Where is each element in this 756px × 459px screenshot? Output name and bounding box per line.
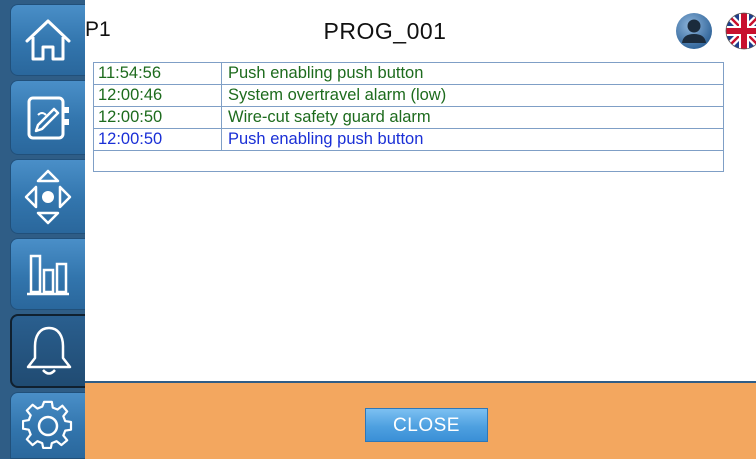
alarm-row[interactable]: 12:00:50 Wire-cut safety guard alarm [94, 107, 723, 129]
footer-bar: CLOSE [85, 381, 756, 459]
alarm-time: 11:54:56 [98, 64, 162, 82]
nav-manual-move-button[interactable] [10, 159, 85, 234]
alarm-row[interactable]: 11:54:56 Push enabling push button [94, 63, 723, 85]
column-divider [221, 85, 222, 106]
column-divider [221, 63, 222, 84]
alarm-row[interactable]: 12:00:46 System overtravel alarm (low) [94, 85, 723, 107]
manual-move-icon [24, 169, 72, 224]
sidebar [0, 0, 85, 459]
alarm-message: Push enabling push button [228, 130, 424, 148]
alarm-bell-icon [26, 326, 71, 375]
user-icon[interactable] [675, 12, 713, 50]
nav-alarms-button[interactable] [10, 314, 85, 388]
nav-program-button[interactable] [10, 80, 85, 155]
page-title: PROG_001 [323, 18, 447, 44]
alarm-time: 12:00:46 [98, 86, 163, 104]
settings-gear-icon [22, 400, 73, 449]
alarm-list: 11:54:56 Push enabling push button 12:00… [93, 62, 724, 172]
alarm-time: 12:00:50 [98, 130, 163, 148]
close-button[interactable]: CLOSE [365, 408, 488, 442]
column-divider [221, 129, 222, 150]
alarm-message: Wire-cut safety guard alarm [228, 108, 431, 126]
alarm-row[interactable]: 12:00:50 Push enabling push button [94, 129, 723, 151]
language-flag-icon[interactable] [725, 12, 756, 50]
alarm-message: System overtravel alarm (low) [228, 86, 447, 104]
nav-home-button[interactable] [10, 4, 85, 76]
statistics-icon [27, 254, 69, 296]
program-editor-icon [27, 96, 69, 139]
home-icon [25, 19, 71, 61]
nav-settings-button[interactable] [10, 392, 85, 459]
header: P1 PROG_001 [85, 0, 756, 58]
alarm-time: 12:00:50 [98, 108, 163, 126]
column-divider [221, 107, 222, 128]
nav-statistics-button[interactable] [10, 238, 85, 310]
alarm-message: Push enabling push button [228, 64, 424, 82]
